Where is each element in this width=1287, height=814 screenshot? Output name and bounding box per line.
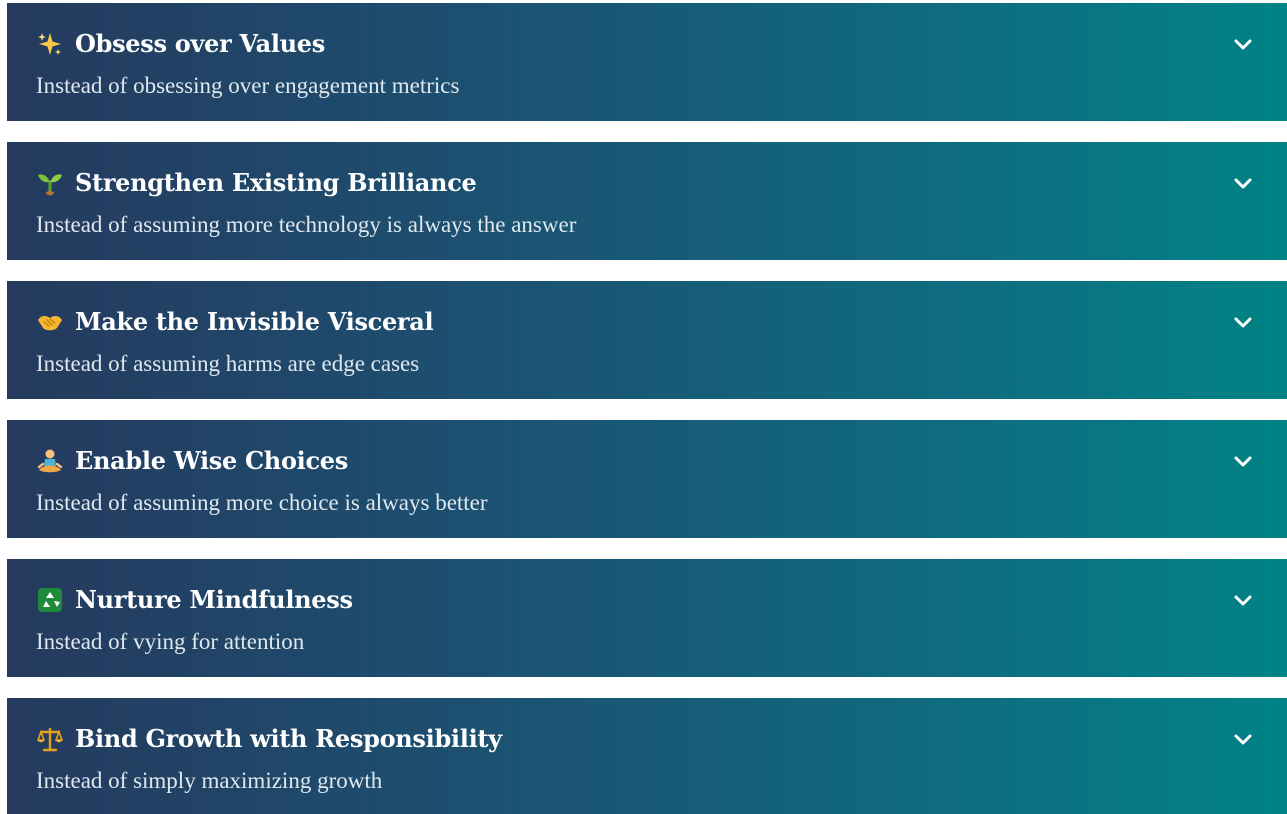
recycle-icon xyxy=(37,587,63,613)
accordion-item-bind-growth-with-responsibility[interactable]: Bind Growth with Responsibility Instead … xyxy=(7,698,1287,814)
accordion-item-subtitle: Instead of assuming more choice is alway… xyxy=(36,490,488,515)
accordion-item-title: Obsess over Values xyxy=(37,29,325,59)
accordion-item-title: Enable Wise Choices xyxy=(37,446,348,476)
balance-scale-icon xyxy=(37,726,63,752)
accordion-item-subtitle: Instead of assuming more technology is a… xyxy=(36,212,577,237)
accordion-item-subtitle: Instead of vying for attention xyxy=(36,629,305,654)
seedling-icon xyxy=(37,170,63,196)
accordion-item-make-the-invisible-visceral[interactable]: Make the Invisible Visceral Instead of a… xyxy=(7,281,1287,399)
chevron-down-icon[interactable] xyxy=(1231,33,1255,57)
accordion-item-subtitle: Instead of assuming harms are edge cases xyxy=(36,351,420,376)
accordion-item-title: Bind Growth with Responsibility xyxy=(37,724,502,754)
chevron-down-icon[interactable] xyxy=(1231,172,1255,196)
accordion-item-title: Nurture Mindfulness xyxy=(37,585,353,615)
chevron-down-icon[interactable] xyxy=(1231,589,1255,613)
accordion-item-title: Strengthen Existing Brilliance xyxy=(37,168,477,198)
sparkles-icon xyxy=(37,31,63,57)
handshake-icon xyxy=(37,309,63,335)
chevron-down-icon[interactable] xyxy=(1231,450,1255,474)
accordion-item-strengthen-existing-brilliance[interactable]: Strengthen Existing Brilliance Instead o… xyxy=(7,142,1287,260)
chevron-down-icon[interactable] xyxy=(1231,728,1255,752)
accordion-item-subtitle: Instead of simply maximizing growth xyxy=(36,768,383,793)
accordion-item-subtitle: Instead of obsessing over engagement met… xyxy=(36,73,460,98)
accordion-item-enable-wise-choices[interactable]: Enable Wise Choices Instead of assuming … xyxy=(7,420,1287,538)
principles-accordion: Obsess over Values Instead of obsessing … xyxy=(0,0,1287,814)
accordion-item-title: Make the Invisible Visceral xyxy=(37,307,434,337)
accordion-item-nurture-mindfulness[interactable]: Nurture Mindfulness Instead of vying for… xyxy=(7,559,1287,677)
meditating-person-icon xyxy=(37,448,63,474)
accordion-item-obsess-over-values[interactable]: Obsess over Values Instead of obsessing … xyxy=(7,3,1287,121)
chevron-down-icon[interactable] xyxy=(1231,311,1255,335)
